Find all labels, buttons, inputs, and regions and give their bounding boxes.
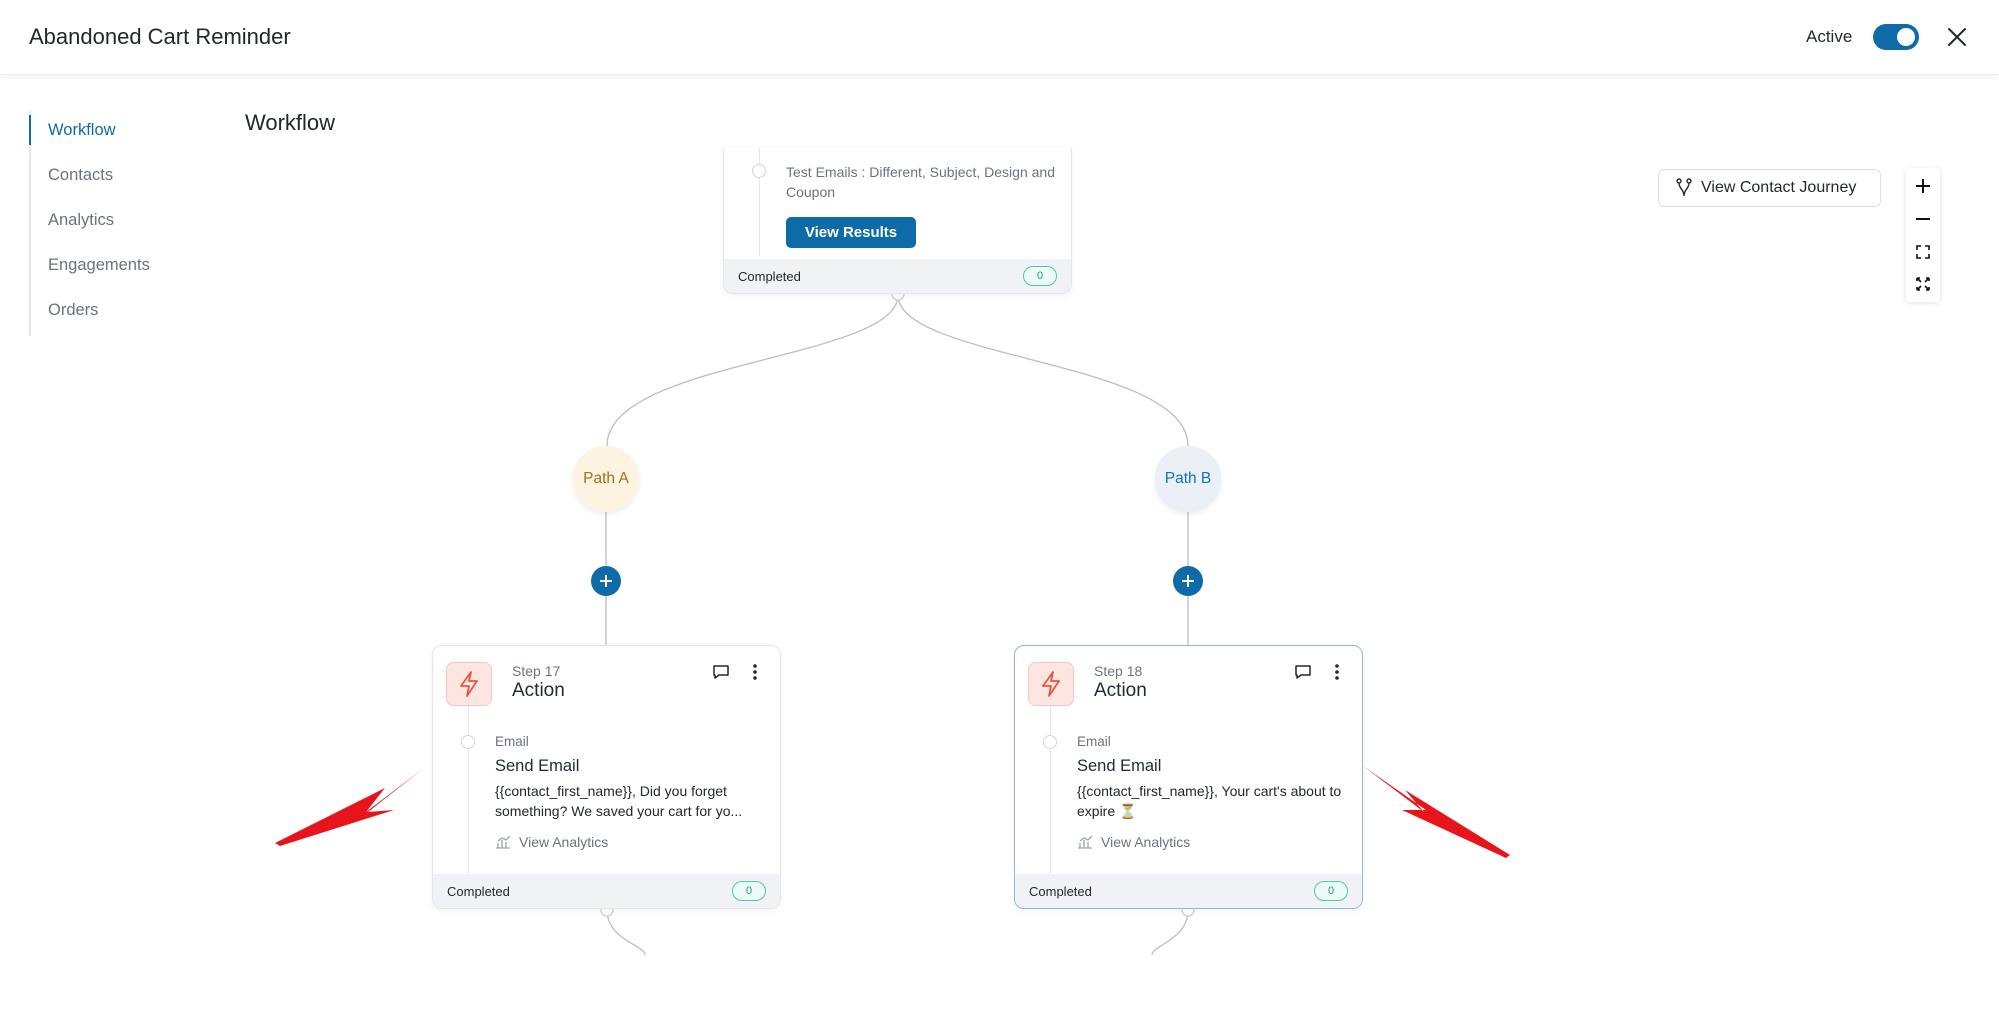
test-description: Test Emails : Different, Subject, Design… [786, 164, 1055, 200]
annotation-arrow-left [275, 768, 424, 846]
email-subject: {{contact_first_name}}, Your cart's abou… [1077, 783, 1342, 819]
fullscreen-icon [1916, 277, 1930, 291]
fit-view-icon [1916, 245, 1930, 259]
count-badge: 0 [1314, 881, 1348, 901]
step-card-18[interactable]: Step 18 Action Email Send Email {{contac… [1014, 645, 1363, 909]
step-card-17[interactable]: Step 17 Action Email Send Email {{contac… [432, 645, 781, 909]
step-number: Step 18 [1094, 663, 1143, 679]
path-b-node[interactable]: Path B [1155, 446, 1221, 512]
annotation-arrow-right [1363, 766, 1510, 858]
view-contact-journey-button[interactable]: View Contact Journey [1658, 169, 1881, 207]
email-title: Send Email [495, 757, 580, 775]
fullscreen-button[interactable] [1906, 268, 1940, 300]
view-results-button[interactable]: View Results [786, 217, 916, 248]
add-step-button-path-b[interactable] [1173, 566, 1203, 596]
step-type: Action [1094, 680, 1147, 701]
timeline-dot [752, 164, 766, 178]
view-analytics-label: View Analytics [1101, 834, 1191, 850]
analytics-icon [496, 835, 511, 849]
analytics-icon [1078, 835, 1093, 849]
fit-view-button[interactable] [1906, 236, 1940, 268]
timeline-dot [1043, 735, 1057, 749]
plus-icon [600, 575, 612, 587]
status-label: Completed [738, 268, 801, 284]
ab-test-card[interactable]: Test Emails : Different, Subject, Design… [723, 148, 1072, 294]
lightning-icon [1028, 662, 1074, 706]
status-label: Completed [447, 883, 510, 899]
step-type: Action [512, 680, 565, 701]
more-options-icon[interactable] [743, 660, 767, 684]
view-analytics-label: View Analytics [519, 834, 609, 850]
card-footer: Completed 0 [724, 259, 1071, 293]
count-badge: 0 [1023, 266, 1057, 286]
view-analytics-link[interactable]: View Analytics [495, 834, 608, 850]
zoom-controls [1906, 168, 1940, 302]
branch-icon [1676, 178, 1692, 197]
plus-icon [1182, 575, 1194, 587]
timeline-dot [461, 735, 475, 749]
status-label: Completed [1029, 883, 1092, 899]
timeline-line [1050, 706, 1051, 876]
zoom-in-button[interactable] [1906, 170, 1940, 202]
card-footer: Completed 0 [433, 874, 780, 908]
view-contact-journey-label: View Contact Journey [1701, 179, 1857, 196]
email-label: Email [1077, 734, 1111, 749]
plus-icon [1916, 179, 1930, 193]
email-title: Send Email [1077, 757, 1162, 775]
path-a-node[interactable]: Path A [573, 446, 639, 512]
view-analytics-link[interactable]: View Analytics [1077, 834, 1190, 850]
minus-icon [1916, 218, 1930, 220]
comment-icon[interactable] [709, 660, 733, 684]
email-subject: {{contact_first_name}}, Did you forget s… [495, 783, 743, 819]
email-label: Email [495, 734, 529, 749]
comment-icon[interactable] [1291, 660, 1315, 684]
timeline-line [468, 706, 469, 876]
step-number: Step 17 [512, 663, 561, 679]
card-footer: Completed 0 [1015, 874, 1362, 908]
more-options-icon[interactable] [1325, 660, 1349, 684]
lightning-icon [446, 662, 492, 706]
zoom-out-button[interactable] [1906, 203, 1940, 235]
count-badge: 0 [732, 881, 766, 901]
add-step-button-path-a[interactable] [591, 566, 621, 596]
